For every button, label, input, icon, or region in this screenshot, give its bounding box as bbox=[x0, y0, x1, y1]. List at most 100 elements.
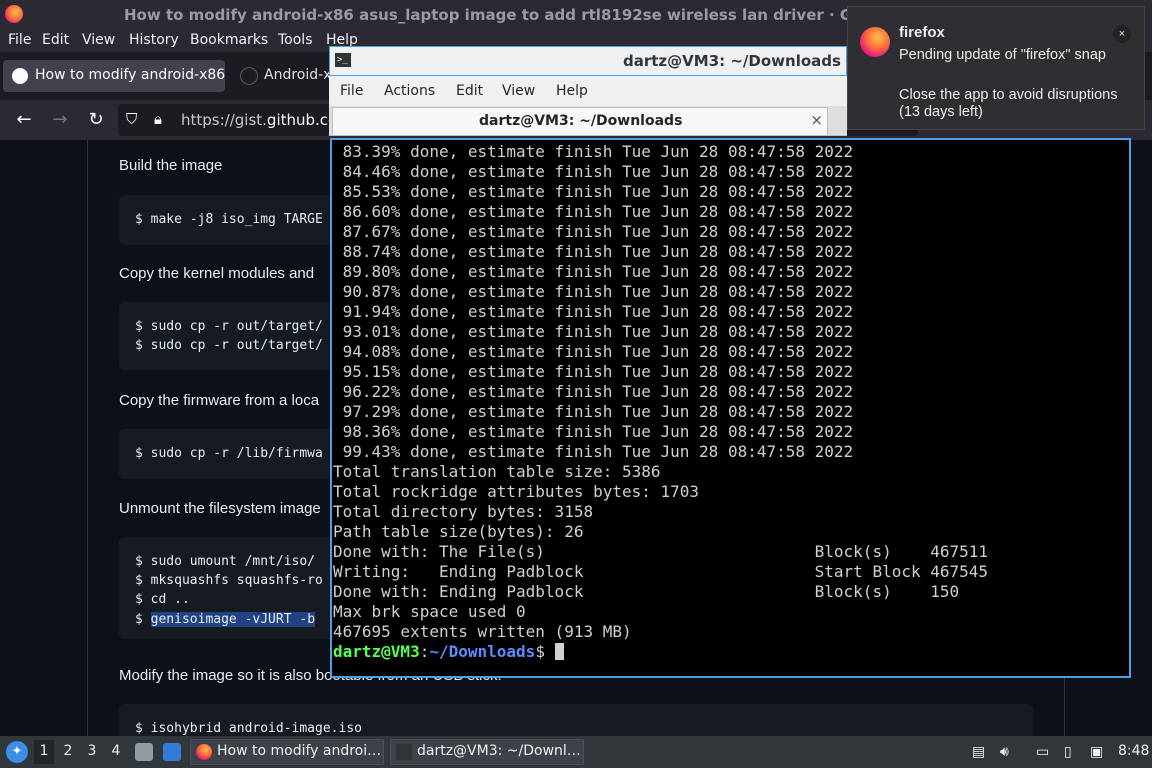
terminal-line: 85.53% done, estimate finish Tue Jun 28 … bbox=[333, 182, 854, 201]
terminal-line: Writing: Ending Padblock Start Block 467… bbox=[333, 562, 989, 581]
terminal-line: Total directory bytes: 3158 bbox=[333, 502, 594, 521]
terminal-line: 91.94% done, estimate finish Tue Jun 28 … bbox=[333, 302, 854, 321]
terminal-line: Done with: Ending Padblock Block(s) 150 bbox=[333, 582, 960, 601]
tab-android-label: Android-x8 bbox=[264, 67, 332, 83]
network-icon[interactable]: ▭ bbox=[1036, 744, 1049, 760]
terminal-line: 94.08% done, estimate finish Tue Jun 28 … bbox=[333, 342, 854, 361]
terminal-tab[interactable]: dartz@VM3: ~/Downloads × bbox=[332, 107, 828, 135]
terminal-menu-file[interactable]: File bbox=[340, 83, 363, 99]
start-menu-icon[interactable]: ✦ bbox=[6, 741, 28, 763]
terminal-window: >_ dartz@VM3: ~/Downloads File Actions E… bbox=[329, 46, 1131, 678]
terminal-line: Max brk space used 0 bbox=[333, 602, 526, 621]
notes-icon[interactable]: ▯ bbox=[1064, 744, 1072, 760]
menu-bookmarks[interactable]: Bookmarks bbox=[190, 32, 268, 48]
code-line: $ mksquashfs squashfs-ro bbox=[135, 573, 323, 588]
clock: 8:48 bbox=[1118, 743, 1150, 759]
terminal-menu-actions[interactable]: Actions bbox=[384, 83, 435, 99]
tab-gist[interactable]: How to modify android-x86 bbox=[3, 60, 225, 92]
file-manager-icon[interactable] bbox=[135, 743, 153, 761]
taskbar: ✦ 1 2 3 4 How to modify androi… dartz@VM… bbox=[0, 736, 1152, 768]
workspace-4[interactable]: 4 bbox=[106, 743, 126, 759]
prompt-user: dartz@VM3 bbox=[333, 642, 420, 661]
terminal-line: 90.87% done, estimate finish Tue Jun 28 … bbox=[333, 282, 854, 301]
terminal-line: 98.36% done, estimate finish Tue Jun 28 … bbox=[333, 422, 854, 441]
loading-icon bbox=[241, 68, 257, 84]
firefox-logo-icon bbox=[196, 744, 212, 760]
terminal-screen[interactable]: 83.39% done, estimate finish Tue Jun 28 … bbox=[330, 138, 1131, 678]
notification-icon[interactable]: ▣ bbox=[1090, 744, 1103, 760]
terminal-menu-help[interactable]: Help bbox=[556, 83, 588, 99]
code-line: $ sudo cp -r out/target/ bbox=[135, 338, 323, 353]
firefox-logo-icon bbox=[5, 5, 23, 23]
notification-title: firefox bbox=[899, 24, 945, 41]
terminal-tab-label: dartz@VM3: ~/Downloads bbox=[479, 113, 683, 129]
code-line: $ sudo umount /mnt/iso/ bbox=[135, 554, 316, 569]
task-terminal-label: dartz@VM3: ~/Downl… bbox=[417, 743, 581, 759]
notification-message: Pending update of "firefox" snap bbox=[899, 47, 1106, 63]
forward-icon[interactable]: → bbox=[48, 108, 72, 132]
prompt-sep: : bbox=[419, 642, 430, 661]
terminal-line: 89.80% done, estimate finish Tue Jun 28 … bbox=[333, 262, 854, 281]
workspace-1[interactable]: 1 bbox=[34, 740, 54, 764]
url-text: https://gist.github.co bbox=[181, 111, 338, 129]
terminal-line: 93.01% done, estimate finish Tue Jun 28 … bbox=[333, 322, 854, 341]
code-line: $ cd .. bbox=[135, 592, 190, 607]
terminal-output: 83.39% done, estimate finish Tue Jun 28 … bbox=[333, 142, 988, 662]
paragraph-copy-modules: Copy the kernel modules and bbox=[119, 265, 315, 282]
close-icon[interactable]: × bbox=[810, 111, 823, 129]
paragraph-copy-firmware: Copy the firmware from a loca bbox=[119, 392, 320, 409]
task-firefox[interactable]: How to modify androi… bbox=[190, 739, 384, 765]
terminal-line: Path table size(bytes): 26 bbox=[333, 522, 584, 541]
workspace-3[interactable]: 3 bbox=[82, 743, 102, 759]
terminal-line: Done with: The File(s) Block(s) 467511 bbox=[333, 542, 989, 561]
prompt-symbol: $ bbox=[535, 642, 555, 661]
github-icon bbox=[12, 68, 28, 84]
back-icon[interactable]: ← bbox=[12, 108, 36, 132]
terminal-icon bbox=[396, 744, 412, 760]
show-desktop-icon[interactable] bbox=[163, 743, 181, 761]
notification-detail: Close the app to avoid disruptions (13 d… bbox=[899, 87, 1118, 120]
terminal-line: Total rockridge attributes bytes: 1703 bbox=[333, 482, 700, 501]
terminal-menubar: File Actions Edit View Help bbox=[329, 76, 847, 106]
menu-view[interactable]: View bbox=[82, 32, 115, 48]
code-line: $ sudo cp -r /lib/firmwa bbox=[135, 446, 323, 461]
terminal-titlebar[interactable]: >_ dartz@VM3: ~/Downloads bbox=[329, 46, 847, 76]
code-line: $ sudo cp -r out/target/ bbox=[135, 319, 323, 334]
notification-popup[interactable]: firefox Pending update of "firefox" snap… bbox=[847, 6, 1145, 130]
terminal-tabbar: dartz@VM3: ~/Downloads × bbox=[329, 106, 847, 136]
terminal-line: 95.15% done, estimate finish Tue Jun 28 … bbox=[333, 362, 854, 381]
menu-edit[interactable]: Edit bbox=[42, 32, 69, 48]
terminal-icon: >_ bbox=[335, 53, 351, 67]
terminal-line: 88.74% done, estimate finish Tue Jun 28 … bbox=[333, 242, 854, 261]
tab-gist-label: How to modify android-x86 bbox=[35, 67, 225, 83]
terminal-line: 87.67% done, estimate finish Tue Jun 28 … bbox=[333, 222, 854, 241]
tab-android[interactable]: Android-x8 bbox=[232, 60, 332, 92]
terminal-line: 96.22% done, estimate finish Tue Jun 28 … bbox=[333, 382, 854, 401]
code-line: $ genisoimage -vJURT -b bbox=[135, 612, 316, 627]
paragraph-build: Build the image bbox=[119, 157, 223, 174]
selected-text: genisoimage -vJURT -b bbox=[150, 612, 316, 627]
terminal-line: Total translation table size: 5386 bbox=[333, 462, 661, 481]
menu-history[interactable]: History bbox=[129, 32, 179, 48]
paragraph-unmount: Unmount the filesystem image bbox=[119, 500, 321, 517]
volume-icon[interactable]: 🔊︎ bbox=[1000, 744, 1009, 760]
close-icon[interactable]: × bbox=[1113, 25, 1131, 43]
terminal-cursor bbox=[554, 643, 564, 660]
shield-icon[interactable]: ⛉ bbox=[126, 110, 137, 128]
terminal-menu-view[interactable]: View bbox=[502, 83, 535, 99]
terminal-line: 467695 extents written (913 MB) bbox=[333, 622, 632, 641]
firefox-logo-icon bbox=[860, 27, 890, 57]
terminal-menu-edit[interactable]: Edit bbox=[456, 83, 483, 99]
workspace-2[interactable]: 2 bbox=[58, 743, 78, 759]
reload-icon[interactable]: ↻ bbox=[84, 108, 108, 132]
clipboard-icon[interactable]: ▤ bbox=[972, 744, 985, 760]
menu-file[interactable]: File bbox=[8, 32, 31, 48]
task-terminal[interactable]: dartz@VM3: ~/Downl… bbox=[390, 739, 584, 765]
terminal-line: 83.39% done, estimate finish Tue Jun 28 … bbox=[333, 142, 854, 161]
code-line: $ make -j8 iso_img TARGE bbox=[135, 212, 323, 227]
terminal-prompt: dartz@VM3:~/Downloads$ bbox=[333, 642, 988, 662]
task-firefox-label: How to modify androi… bbox=[217, 743, 382, 759]
code-line: $ isohybrid android-image.iso bbox=[135, 721, 362, 736]
menu-tools[interactable]: Tools bbox=[278, 32, 313, 48]
lock-icon[interactable]: 🔒︎ bbox=[154, 110, 162, 128]
